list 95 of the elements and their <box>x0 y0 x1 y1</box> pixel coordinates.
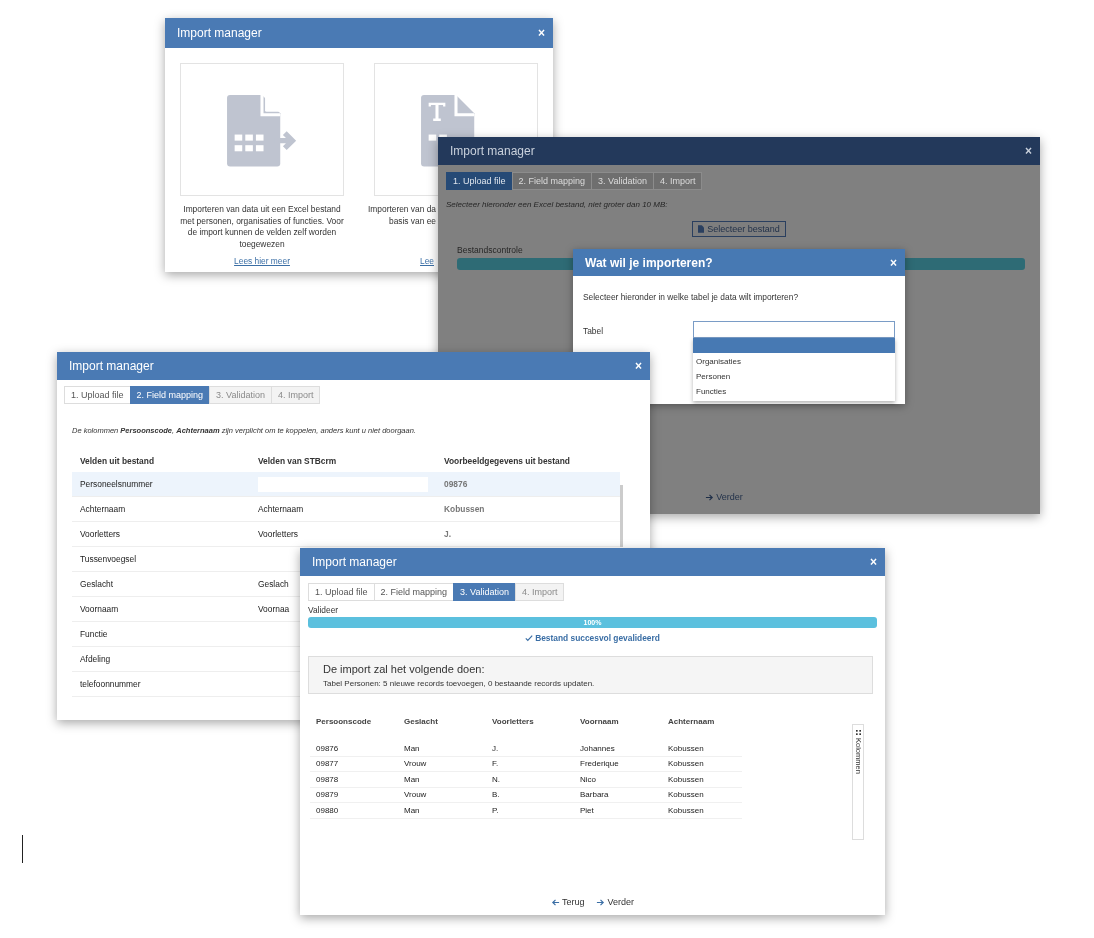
success-message: Bestand succesvol gevalideerd <box>525 633 660 643</box>
dialog-prompt: Selecteer hieronder in welke tabel je data wilt importeren? <box>583 292 800 302</box>
source-field: Personeelsnummer <box>80 479 153 489</box>
close-button[interactable]: × <box>1023 145 1034 157</box>
table-cell-text: Frederique <box>579 759 620 769</box>
table-cell-text: Nico <box>579 774 597 784</box>
dialog-title: Wat wil je importeren? <box>585 255 713 270</box>
arrow-right-icon <box>596 897 606 907</box>
step-tab[interactable]: 1. Upload file <box>446 172 513 190</box>
source-field: Achternaam <box>80 504 126 514</box>
mapping-row[interactable]: Personeelsnummer 09876 <box>72 472 620 497</box>
check-icon <box>525 634 534 642</box>
source-field: Tussenvoegsel <box>80 554 137 564</box>
dropdown-option[interactable]: Personen <box>693 368 895 383</box>
close-button[interactable]: × <box>868 556 879 568</box>
column-header: Velden uit bestand <box>79 455 155 466</box>
step-tab[interactable]: 2. Field mapping <box>129 386 211 404</box>
table-cell-text: 09878 <box>315 774 340 784</box>
option-description: Importeren van da basis van ee <box>368 204 436 228</box>
source-field: Voornaam <box>80 604 119 614</box>
summary-text: Tabel Personen: 5 nieuwe records toevoegen, 0 bestaande records updaten. <box>323 679 596 688</box>
source-field: Afdeling <box>80 654 111 664</box>
target-field: Achternaam <box>258 504 304 514</box>
table-cell-text: Kobussen <box>667 774 705 784</box>
read-more-link[interactable]: Lee <box>420 256 434 266</box>
source-field: Geslacht <box>80 579 114 589</box>
close-button[interactable]: × <box>633 360 644 372</box>
column-header: Voornaam <box>579 717 620 726</box>
column-header: Velden van STBcrm <box>257 455 338 466</box>
mapping-row[interactable]: Tussenvoegsel <box>72 547 300 572</box>
instruction-text: Selecteer hieronder een Excel bestand, niet groter dan 10 MB: <box>446 200 669 209</box>
mapping-row[interactable]: Voorletters Voorletters J. <box>72 522 620 547</box>
progress-label: Valideer <box>308 605 340 615</box>
window-title: Import manager <box>450 144 535 158</box>
column-header: Voorbeeldgegevens uit bestand <box>443 455 571 466</box>
table-cell-text: Johannes <box>579 743 616 753</box>
vertical-line <box>22 835 23 863</box>
scrollbar[interactable] <box>620 485 623 547</box>
example-value: Kobussen <box>444 504 485 514</box>
table-cell-text: Man <box>403 743 421 753</box>
read-more-link[interactable]: Lees hier meer <box>234 256 290 266</box>
window-title: Import manager <box>312 555 397 569</box>
window-title: Import manager <box>177 26 262 40</box>
arrow-left-icon <box>550 897 560 907</box>
step-tab[interactable]: 1. Upload file <box>308 583 375 601</box>
table-cell-text: Kobussen <box>667 790 705 800</box>
table-cell-text: P. <box>491 805 500 815</box>
table-cell-text: 09879 <box>315 790 340 800</box>
window-title: Import manager <box>69 359 154 373</box>
close-button[interactable]: × <box>536 27 547 39</box>
step-tab[interactable]: 3. Validation <box>453 583 516 601</box>
table-cell-text: J. <box>491 743 500 753</box>
target-field: Geslach <box>258 579 289 589</box>
table-cell-text: N. <box>491 774 501 784</box>
table-cell-text: Kobussen <box>667 743 705 753</box>
close-button[interactable]: × <box>888 256 899 269</box>
column-header: Persoonscode <box>315 717 373 726</box>
table-cell-text: 09877 <box>315 759 340 769</box>
next-link[interactable]: Verder <box>596 897 634 907</box>
table-cell-text: Man <box>403 805 421 815</box>
back-link[interactable]: Terug <box>550 897 585 907</box>
table-select-field[interactable] <box>693 321 895 338</box>
table-cell-text: B. <box>491 790 501 800</box>
arrow-right-icon <box>705 492 715 502</box>
field-label: Tabel <box>583 326 605 338</box>
mapping-row[interactable]: Achternaam Achternaam Kobussen <box>72 497 620 522</box>
step-tab[interactable]: 1. Upload file <box>64 386 131 404</box>
file-check-label: Bestandscontrole <box>457 245 524 255</box>
column-header: Achternaam <box>667 717 716 726</box>
source-field: telefoonnummer <box>80 679 141 689</box>
source-field: Voorletters <box>80 529 121 539</box>
table-cell-text: Vrouw <box>403 790 428 800</box>
grip-icon <box>855 730 861 735</box>
target-field: Voorletters <box>258 529 299 539</box>
source-field: Functie <box>80 629 108 639</box>
option-description: Importeren van data uit een Excel bestand met personen, organisaties of functies. Voor de import kunnen de velden zelf worden toegewezen <box>179 204 345 250</box>
table-cell-text: Man <box>403 774 421 784</box>
summary-title: De import zal het volgende doen: <box>323 663 486 675</box>
column-header: Voorletters <box>491 717 535 726</box>
table-cell-text: Kobussen <box>667 759 705 769</box>
dropdown-option[interactable]: Functies <box>693 383 895 398</box>
example-value: J. <box>444 529 451 539</box>
table-cell-text: F. <box>491 759 500 769</box>
table-cell-text: Barbara <box>579 790 610 800</box>
table-cell-text: 09876 <box>315 743 340 753</box>
table-cell-text: Piet <box>579 805 595 815</box>
table-cell-text: Kobussen <box>667 805 705 815</box>
example-value: 09876 <box>444 479 468 489</box>
file-icon <box>698 225 705 233</box>
column-header: Geslacht <box>403 717 439 726</box>
step-tab[interactable]: 2. Field mapping <box>373 583 455 601</box>
target-field: Voornaa <box>258 604 290 614</box>
dropdown-option[interactable]: Organisaties <box>693 353 895 368</box>
table-cell-text: 09880 <box>315 805 340 815</box>
table-cell-text: Vrouw <box>403 759 428 769</box>
